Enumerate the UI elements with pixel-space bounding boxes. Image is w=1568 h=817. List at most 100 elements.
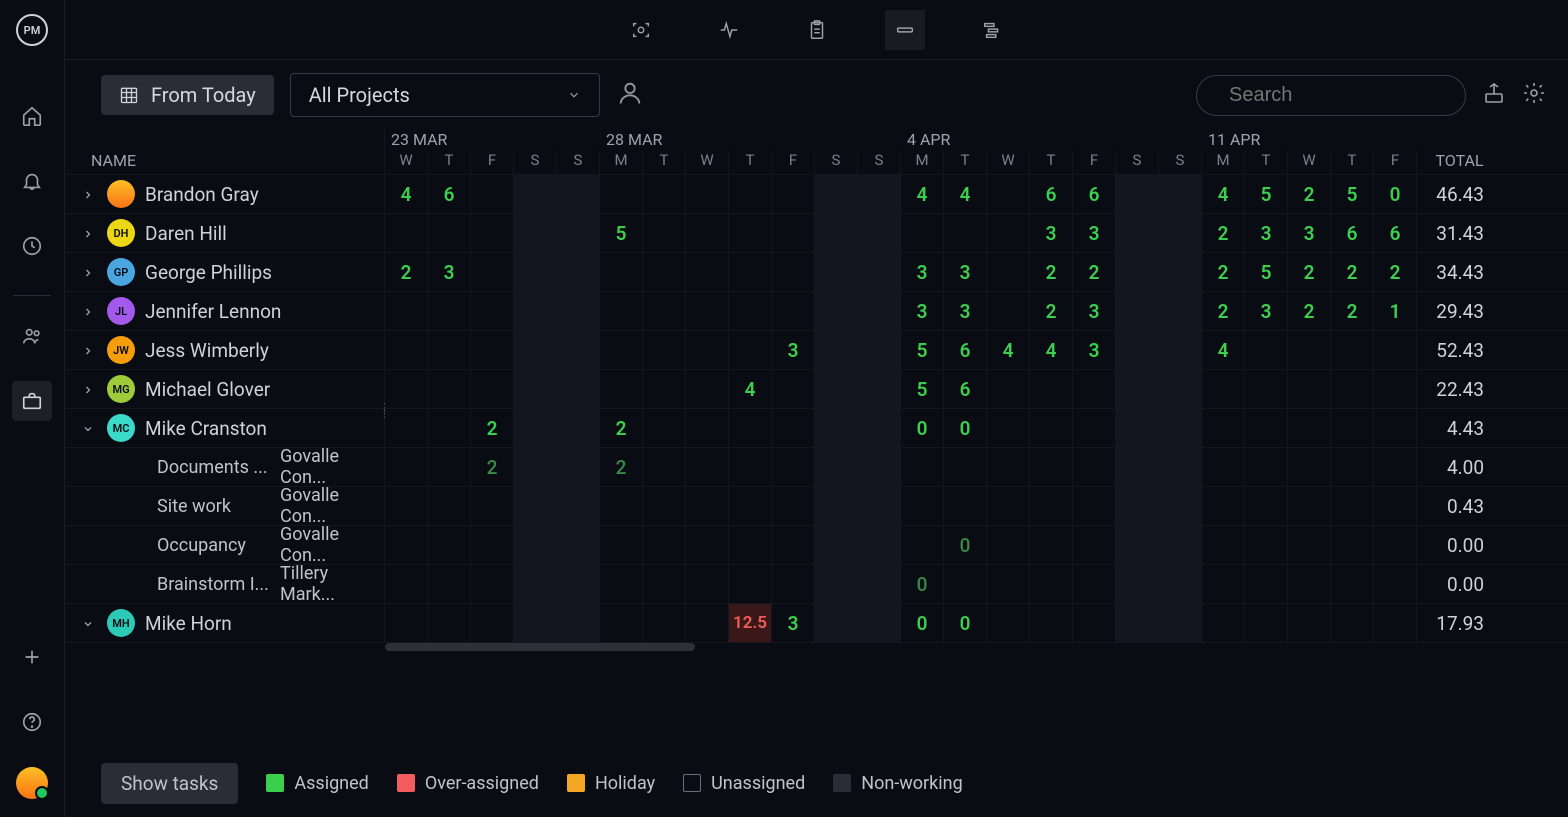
workload-cell[interactable]: 2	[1202, 253, 1245, 291]
workload-cell[interactable]	[858, 331, 901, 369]
workload-cell[interactable]	[643, 292, 686, 330]
workload-cell[interactable]	[1202, 448, 1245, 486]
search-input[interactable]	[1196, 75, 1466, 116]
workload-cell[interactable]	[600, 565, 643, 603]
workload-cell[interactable]: 0	[901, 565, 944, 603]
workload-cell[interactable]	[385, 370, 428, 408]
workload-cell[interactable]	[1374, 526, 1417, 564]
workload-cell[interactable]	[1159, 214, 1202, 252]
workload-cell[interactable]	[858, 409, 901, 447]
workload-cell[interactable]: 4	[944, 175, 987, 213]
workload-cell[interactable]	[729, 175, 772, 213]
workload-cell[interactable]: 4	[987, 331, 1030, 369]
workload-cell[interactable]: 2	[1288, 175, 1331, 213]
workload-cell[interactable]	[1245, 331, 1288, 369]
workload-cell[interactable]	[1202, 604, 1245, 642]
workload-cell[interactable]	[1288, 604, 1331, 642]
workload-cell[interactable]	[471, 331, 514, 369]
workload-cell[interactable]	[1202, 487, 1245, 525]
workload-cell[interactable]: 6	[428, 175, 471, 213]
workload-cell[interactable]	[729, 565, 772, 603]
workload-cell[interactable]: 2	[1073, 253, 1116, 291]
workload-cell[interactable]	[729, 487, 772, 525]
workload-cell[interactable]	[643, 526, 686, 564]
notification-icon[interactable]	[12, 161, 52, 201]
roadmap-icon[interactable]	[973, 10, 1013, 50]
workload-cell[interactable]: 0	[901, 604, 944, 642]
workload-cell[interactable]	[987, 565, 1030, 603]
workload-cell[interactable]	[772, 292, 815, 330]
workload-cell[interactable]	[772, 487, 815, 525]
workload-cell[interactable]: 6	[1030, 175, 1073, 213]
workload-cell[interactable]	[1030, 565, 1073, 603]
workload-cell[interactable]	[1245, 448, 1288, 486]
from-today-button[interactable]: From Today	[101, 75, 274, 115]
workload-cell[interactable]	[987, 253, 1030, 291]
workload-cell[interactable]: 2	[471, 409, 514, 447]
workload-cell[interactable]	[557, 409, 600, 447]
workload-cell[interactable]	[1374, 370, 1417, 408]
workload-cell[interactable]	[643, 331, 686, 369]
workload-cell[interactable]	[1116, 331, 1159, 369]
workload-cell[interactable]: 5	[1245, 253, 1288, 291]
workload-cell[interactable]	[643, 175, 686, 213]
workload-cell[interactable]	[729, 526, 772, 564]
workload-cell[interactable]	[428, 604, 471, 642]
workload-cell[interactable]	[514, 526, 557, 564]
workload-cell[interactable]	[1374, 331, 1417, 369]
workload-cell[interactable]	[428, 487, 471, 525]
chevron-down-icon[interactable]	[79, 417, 97, 440]
workload-cell[interactable]	[815, 565, 858, 603]
chevron-right-icon[interactable]	[79, 261, 97, 284]
workload-cell[interactable]: 6	[944, 331, 987, 369]
workload-cell[interactable]	[815, 526, 858, 564]
workload-cell[interactable]	[1116, 604, 1159, 642]
workload-cell[interactable]	[557, 526, 600, 564]
workload-cell[interactable]: 3	[772, 604, 815, 642]
workload-cell[interactable]: 2	[1331, 292, 1374, 330]
workload-cell[interactable]	[385, 526, 428, 564]
workload-cell[interactable]	[944, 448, 987, 486]
workload-cell[interactable]	[858, 487, 901, 525]
workload-cell[interactable]	[729, 331, 772, 369]
workload-cell[interactable]	[729, 448, 772, 486]
workload-cell[interactable]: 2	[1030, 253, 1073, 291]
workload-cell[interactable]	[1159, 370, 1202, 408]
workload-cell[interactable]	[1159, 409, 1202, 447]
workload-cell[interactable]	[858, 292, 901, 330]
chevron-right-icon[interactable]	[79, 339, 97, 362]
workload-cell[interactable]	[600, 175, 643, 213]
workload-cell[interactable]: 2	[1331, 253, 1374, 291]
workload-cell[interactable]	[1159, 526, 1202, 564]
workload-cell[interactable]: 2	[1288, 253, 1331, 291]
person-row[interactable]: MCMike Cranston	[65, 409, 385, 447]
workload-cell[interactable]	[471, 526, 514, 564]
workload-cell[interactable]: 3	[1073, 214, 1116, 252]
workload-cell[interactable]	[557, 331, 600, 369]
workload-cell[interactable]	[471, 604, 514, 642]
workload-cell[interactable]	[987, 370, 1030, 408]
task-row[interactable]: Site workGovalle Con...	[65, 487, 385, 525]
workload-cell[interactable]	[514, 448, 557, 486]
workload-cell[interactable]	[1159, 175, 1202, 213]
workload-cell[interactable]	[815, 448, 858, 486]
workload-cell[interactable]	[858, 214, 901, 252]
workload-cell[interactable]	[858, 448, 901, 486]
workload-cell[interactable]: 5	[1331, 175, 1374, 213]
person-row[interactable]: JWJess Wimberly	[65, 331, 385, 369]
export-icon[interactable]	[1482, 81, 1506, 110]
workload-cell[interactable]	[428, 214, 471, 252]
workload-cell[interactable]: 3	[944, 253, 987, 291]
task-row[interactable]: Documents ...Govalle Con...	[65, 448, 385, 486]
workload-cell[interactable]	[1245, 409, 1288, 447]
workload-cell[interactable]	[557, 565, 600, 603]
workload-cell[interactable]	[471, 253, 514, 291]
workload-cell[interactable]	[643, 370, 686, 408]
workload-cell[interactable]	[428, 526, 471, 564]
workload-cell[interactable]	[643, 253, 686, 291]
workload-cell[interactable]: 3	[1073, 292, 1116, 330]
workload-cell[interactable]	[772, 565, 815, 603]
person-row[interactable]: MHMike Horn	[65, 604, 385, 642]
workload-cell[interactable]	[729, 214, 772, 252]
workload-cell[interactable]	[385, 214, 428, 252]
